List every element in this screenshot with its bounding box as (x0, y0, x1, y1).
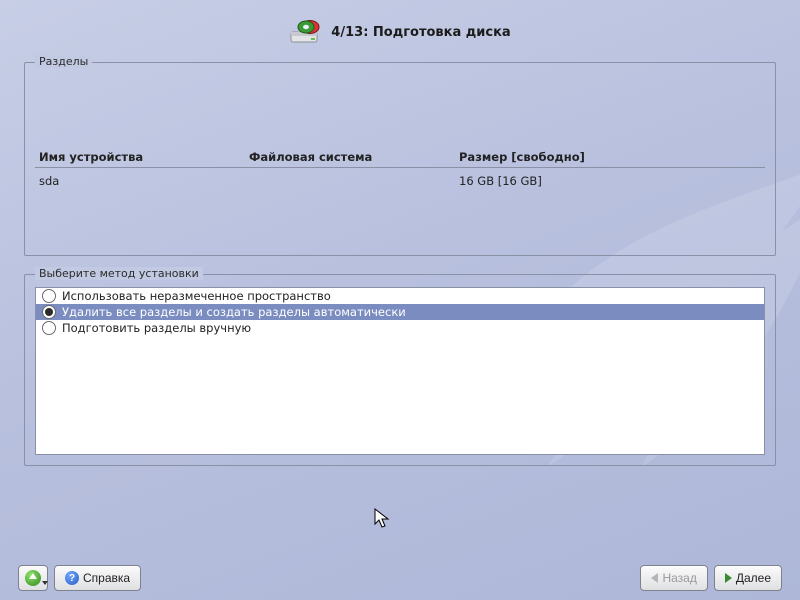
menu-icon (25, 570, 41, 586)
method-option-label: Удалить все разделы и создать разделы ав… (62, 305, 406, 319)
wizard-header: 4/13: Подготовка диска (0, 0, 800, 52)
method-option-label: Подготовить разделы вручную (62, 321, 251, 335)
cell-size: 16 GB [16 GB] (459, 174, 761, 188)
radio-icon (42, 321, 56, 335)
partition-table-header: Имя устройства Файловая система Размер [… (35, 147, 765, 168)
method-group: Выберите метод установки Использовать не… (24, 274, 776, 466)
col-size: Размер [свободно] (459, 150, 761, 164)
back-button[interactable]: Назад (640, 565, 707, 591)
method-option[interactable]: Использовать неразмеченное пространство (36, 288, 764, 304)
method-list[interactable]: Использовать неразмеченное пространство У… (35, 287, 765, 455)
method-option[interactable]: Подготовить разделы вручную (36, 320, 764, 336)
back-button-label: Назад (662, 571, 696, 585)
page-title: 4/13: Подготовка диска (331, 25, 510, 40)
radio-icon (42, 305, 56, 319)
table-row[interactable]: sda 16 GB [16 GB] (35, 168, 765, 191)
wizard-footer: ? Справка Назад Далее (0, 556, 800, 600)
radio-icon (42, 289, 56, 303)
cell-device: sda (39, 174, 249, 188)
help-button-label: Справка (83, 571, 130, 585)
method-option-label: Использовать неразмеченное пространство (62, 289, 331, 303)
disk-icon (289, 18, 323, 46)
help-button[interactable]: ? Справка (54, 565, 141, 591)
menu-button[interactable] (18, 565, 48, 591)
partitions-legend: Разделы (35, 55, 92, 68)
method-option[interactable]: Удалить все разделы и создать разделы ав… (36, 304, 764, 320)
partitions-group: Разделы Имя устройства Файловая система … (24, 62, 776, 256)
partition-table-footer (35, 191, 765, 245)
method-legend: Выберите метод установки (35, 267, 203, 280)
col-device: Имя устройства (39, 150, 249, 164)
next-button-label: Далее (736, 571, 771, 585)
help-icon: ? (65, 571, 79, 585)
arrow-left-icon (651, 573, 658, 583)
partition-table: Имя устройства Файловая система Размер [… (35, 147, 765, 191)
col-fs: Файловая система (249, 150, 459, 164)
arrow-right-icon (725, 573, 732, 583)
partition-graphic (35, 75, 765, 147)
next-button[interactable]: Далее (714, 565, 782, 591)
